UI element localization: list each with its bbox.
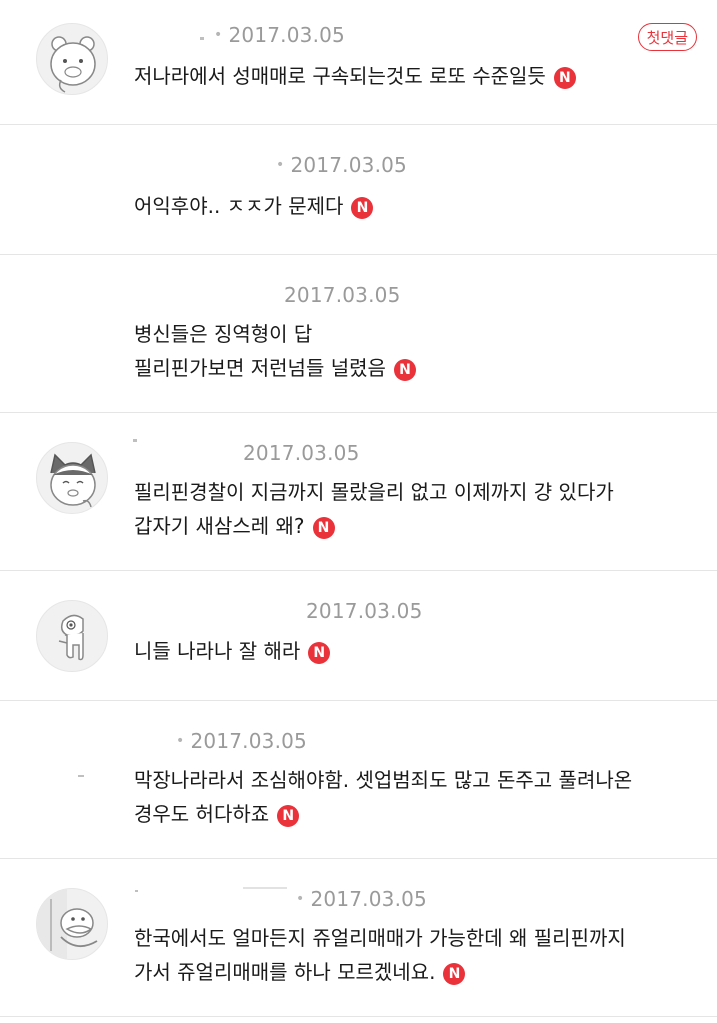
comment-text-line: 가서 쥬얼리매매를 하나 모르겠네요. bbox=[134, 960, 436, 984]
cat-character-icon[interactable] bbox=[36, 442, 108, 514]
comment-text: 니들 나라나 잘 해라 N bbox=[134, 634, 331, 668]
comment-item: • 2017.03.05 어익후야.. ㅈㅈ가 문제다 N bbox=[0, 125, 717, 255]
new-badge-icon: N bbox=[312, 517, 335, 539]
comment-text: 필리핀경찰이 지금까지 몰랐을리 없고 이제까지 걍 있다가 갑자기 새삼스레 … bbox=[134, 475, 614, 543]
new-badge-icon: N bbox=[553, 67, 576, 89]
comment-text-line: 어익후야.. ㅈㅈ가 문제다 bbox=[134, 194, 344, 218]
comment-text-line: 경우도 허다하죠 bbox=[134, 802, 270, 826]
comment-text: 한국에서도 얼마든지 쥬얼리매매가 가능한데 왜 필리핀까지 가서 쥬얼리매매를… bbox=[134, 921, 626, 989]
comment-text: 어익후야.. ㅈㅈ가 문제다 N bbox=[134, 189, 374, 223]
comment-text-line: 니들 나라나 잘 해라 bbox=[134, 639, 301, 663]
comment-text-line: 병신들은 징역형이 답 bbox=[134, 322, 313, 346]
new-badge-icon: N bbox=[308, 642, 331, 664]
first-comment-badge: 첫댓글 bbox=[637, 23, 697, 51]
new-badge-icon: N bbox=[277, 805, 300, 827]
comment-text: 병신들은 징역형이 답 필리핀가보면 저런넘들 널렸음 N bbox=[134, 317, 416, 385]
crocodile-character-icon[interactable] bbox=[36, 600, 108, 672]
comment-item: 2017.03.05 필리핀경찰이 지금까지 몰랐을리 없고 이제까지 걍 있다… bbox=[0, 413, 717, 571]
comment-meta: • 2017.03.05 bbox=[276, 153, 407, 177]
comment-meta: • 2017.03.05 bbox=[214, 23, 345, 47]
comment-date: 2017.03.05 bbox=[228, 23, 345, 47]
redacted-name-mark bbox=[243, 887, 287, 889]
separator-dot-icon: • bbox=[176, 733, 185, 749]
separator-dot-icon: • bbox=[276, 157, 285, 173]
comment-item: • 2017.03.05 첫댓글 저나라에서 성매매로 구속되는것도 로또 수준일… bbox=[0, 0, 717, 125]
comment-text-line: 필리핀경찰이 지금까지 몰랐을리 없고 이제까지 걍 있다가 bbox=[134, 480, 614, 504]
comment-date: 2017.03.05 bbox=[306, 599, 423, 623]
comment-text-line: 막장나라라서 조심해야함. 셋업범죄도 많고 돈주고 풀려나온 bbox=[134, 768, 633, 792]
comment-meta: 2017.03.05 bbox=[243, 441, 360, 465]
comment-text: 막장나라라서 조심해야함. 셋업범죄도 많고 돈주고 풀려나온 경우도 허다하죠… bbox=[134, 763, 632, 831]
comment-date: 2017.03.05 bbox=[290, 153, 407, 177]
comment-item: 2017.03.05 니들 나라나 잘 해라 N bbox=[0, 571, 717, 701]
comment-text-line: 한국에서도 얼마든지 쥬얼리매매가 가능한데 왜 필리핀까지 bbox=[134, 926, 626, 950]
duck-character-icon[interactable] bbox=[36, 888, 108, 960]
comment-item: • 2017.03.05 막장나라라서 조심해야함. 셋업범죄도 많고 돈주고 풀… bbox=[0, 701, 717, 859]
redacted-name-mark bbox=[200, 37, 204, 40]
comment-date: 2017.03.05 bbox=[284, 283, 401, 307]
comment-date: 2017.03.05 bbox=[243, 441, 360, 465]
separator-dot-icon: • bbox=[214, 27, 223, 43]
comment-item: 2017.03.05 병신들은 징역형이 답 필리핀가보면 저런넘들 널렸음 N bbox=[0, 255, 717, 413]
redacted-name-mark bbox=[133, 439, 137, 442]
comment-meta: 2017.03.05 bbox=[284, 283, 401, 307]
new-badge-icon: N bbox=[443, 963, 466, 985]
comment-text-line: 저나라에서 성매매로 구속되는것도 로또 수준일듯 bbox=[134, 64, 546, 88]
new-badge-icon: N bbox=[393, 359, 416, 381]
new-badge-icon: N bbox=[351, 197, 374, 219]
comment-meta: • 2017.03.05 bbox=[296, 887, 427, 911]
comment-text: 저나라에서 성매매로 구속되는것도 로또 수준일듯 N bbox=[134, 59, 576, 93]
comment-text-line: 갑자기 새삼스레 왜? bbox=[134, 514, 305, 538]
bear-character-icon[interactable] bbox=[36, 23, 108, 95]
comment-date: 2017.03.05 bbox=[190, 729, 307, 753]
comment-text-line: 필리핀가보면 저런넘들 널렸음 bbox=[134, 356, 386, 380]
comment-list: • 2017.03.05 첫댓글 저나라에서 성매매로 구속되는것도 로또 수준일… bbox=[0, 0, 717, 1023]
separator-dot-icon: • bbox=[296, 891, 305, 907]
comment-date: 2017.03.05 bbox=[310, 887, 427, 911]
redacted-name-mark bbox=[135, 890, 138, 892]
redacted-name-mark bbox=[78, 775, 84, 777]
comment-meta: • 2017.03.05 bbox=[176, 729, 307, 753]
comment-item: • 2017.03.05 한국에서도 얼마든지 쥬얼리매매가 가능한데 왜 필리핀… bbox=[0, 859, 717, 1017]
comment-meta: 2017.03.05 bbox=[306, 599, 423, 623]
